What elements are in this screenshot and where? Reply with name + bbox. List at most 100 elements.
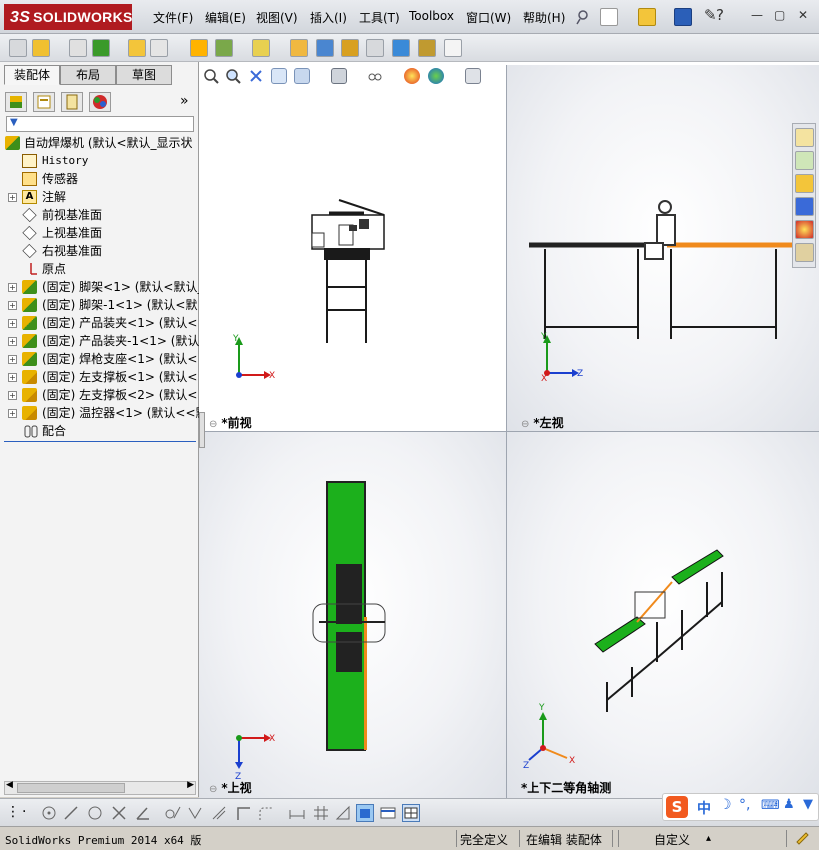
menu-view[interactable]: 视图(V) <box>256 9 298 26</box>
expand-icon[interactable]: + <box>8 301 17 310</box>
expand-icon[interactable]: + <box>8 319 17 328</box>
ime-mode[interactable]: 中 <box>697 798 711 818</box>
expand-panel-icon[interactable]: » <box>180 93 189 109</box>
polygon-icon[interactable] <box>86 804 104 822</box>
menu-help[interactable]: 帮助(H) <box>523 9 565 26</box>
grid-icon[interactable] <box>312 804 330 822</box>
menu-file[interactable]: 文件(F) <box>153 9 193 26</box>
insert-component-icon[interactable] <box>32 39 50 57</box>
scroll-right-icon[interactable]: ▶ <box>187 780 194 790</box>
four-view-icon[interactable] <box>402 804 420 822</box>
scrollbar-thumb[interactable] <box>17 783 125 793</box>
user-icon[interactable]: ♟ <box>783 797 795 812</box>
panel-collapse-handle[interactable] <box>199 412 205 448</box>
new-motion-study-icon[interactable] <box>290 39 308 57</box>
line-icon[interactable] <box>62 804 80 822</box>
units-selector[interactable]: 自定义 <box>654 831 690 848</box>
corner-icon[interactable] <box>234 804 252 822</box>
reference-geometry-icon[interactable] <box>252 39 270 57</box>
viewport-front[interactable]: Y X ⊖ *前视 <box>199 65 507 432</box>
menu-toolbox[interactable]: Toolbox <box>409 9 454 23</box>
sketch-fillet-icon[interactable] <box>256 804 274 822</box>
skin-icon[interactable]: ▼ <box>803 797 813 812</box>
status-divider <box>786 830 787 847</box>
open-folder-icon[interactable] <box>638 8 656 26</box>
pin-icon[interactable] <box>574 8 592 26</box>
horizontal-scrollbar[interactable]: ◀ ▶ <box>4 780 196 795</box>
resources-home-icon[interactable] <box>795 128 814 147</box>
convert-entities-icon[interactable] <box>210 804 228 822</box>
axis-x-label: X <box>569 756 575 766</box>
clearance-verification-icon[interactable] <box>418 39 436 57</box>
keyboard-icon[interactable]: ⌨ <box>761 798 780 813</box>
menu-edit[interactable]: 编辑(E) <box>205 9 246 26</box>
move-component-icon[interactable] <box>150 39 168 57</box>
tree-item-label: 前视基准面 <box>42 208 103 222</box>
expand-icon[interactable]: + <box>8 391 17 400</box>
exploded-view-icon[interactable] <box>341 39 359 57</box>
design-library-icon[interactable] <box>795 151 814 170</box>
menu-bar: 3S SOLIDWORKS 文件(F) 编辑(E) 视图(V) 插入(I) 工具(… <box>0 0 819 34</box>
expand-icon[interactable]: + <box>8 355 17 364</box>
filter-field[interactable]: ▼ <box>6 116 194 132</box>
bill-of-materials-icon[interactable] <box>316 39 334 57</box>
configuration-manager-icon[interactable] <box>61 92 83 112</box>
menu-tools[interactable]: 工具(T) <box>359 9 400 26</box>
instant3d-icon[interactable] <box>444 39 462 57</box>
linear-pattern-icon[interactable] <box>92 39 110 57</box>
expand-icon[interactable]: + <box>8 193 17 202</box>
circle-icon[interactable] <box>40 804 58 822</box>
half-width-icon[interactable]: ☽ <box>719 797 732 813</box>
file-explorer-icon[interactable] <box>795 174 814 193</box>
single-view-icon[interactable] <box>379 804 397 822</box>
scroll-left-icon[interactable]: ◀ <box>6 780 13 790</box>
viewport-left[interactable]: Y Z X ⊖ *左视 <box>507 65 819 432</box>
appearances-icon[interactable] <box>795 220 814 239</box>
mate-icon[interactable] <box>69 39 87 57</box>
rebuild-icon[interactable] <box>9 39 27 57</box>
tab-layout[interactable]: 布局 <box>60 65 116 85</box>
rebuild-status-icon[interactable] <box>794 830 810 849</box>
interference-detection-icon[interactable] <box>392 39 410 57</box>
assembly-features-icon[interactable] <box>215 39 233 57</box>
menu-insert[interactable]: 插入(I) <box>310 9 347 26</box>
restore-icon[interactable]: ▢ <box>774 8 785 22</box>
save-icon[interactable] <box>674 8 692 26</box>
expand-icon[interactable]: + <box>8 409 17 418</box>
punctuation-icon[interactable]: °, <box>739 797 750 813</box>
display-manager-icon[interactable] <box>89 92 111 112</box>
viewport-isometric[interactable]: Y X Z *上下二等角轴测 <box>507 432 819 798</box>
help-icon[interactable]: ? <box>716 6 734 24</box>
dimension-icon[interactable] <box>288 804 306 822</box>
close-icon[interactable]: ✕ <box>798 8 808 22</box>
show-hidden-icon[interactable] <box>190 39 208 57</box>
minimize-icon[interactable]: — <box>751 8 763 22</box>
offset-icon[interactable] <box>186 804 204 822</box>
new-document-icon[interactable] <box>600 8 618 26</box>
point-icon[interactable]: · <box>22 804 40 822</box>
sogou-icon[interactable]: S <box>666 796 688 818</box>
units-dropdown-icon[interactable]: ▴ <box>706 833 711 844</box>
view-palette-icon[interactable] <box>795 197 814 216</box>
relation-icon[interactable] <box>334 804 352 822</box>
explode-line-sketch-icon[interactable] <box>366 39 384 57</box>
angle-icon[interactable] <box>134 804 152 822</box>
custom-properties-icon[interactable] <box>795 243 814 262</box>
viewport-top[interactable]: X Z ⊖ *上视 <box>199 432 507 798</box>
tab-sketch[interactable]: 草图 <box>116 65 172 85</box>
expand-icon[interactable]: + <box>8 373 17 382</box>
menu-window[interactable]: 窗口(W) <box>466 9 511 26</box>
rollback-bar[interactable] <box>4 441 196 442</box>
expand-icon[interactable]: + <box>8 283 17 292</box>
shaded-display-icon[interactable] <box>356 804 374 822</box>
sketch-toolbar: ⋮ · S 中 ☽ °, ⌨ ♟ ▼ <box>0 793 819 826</box>
mirror-icon[interactable] <box>164 804 182 822</box>
smart-fasteners-icon[interactable] <box>128 39 146 57</box>
expand-icon[interactable]: + <box>8 337 17 346</box>
feature-manager-icon[interactable] <box>5 92 27 112</box>
graphics-area[interactable]: ◫ ◧ — ❐ ✕ <box>199 62 819 798</box>
tab-assembly[interactable]: 装配体 <box>4 65 60 85</box>
trim-icon[interactable] <box>110 804 128 822</box>
plane-icon <box>22 207 37 223</box>
property-manager-icon[interactable] <box>33 92 55 112</box>
